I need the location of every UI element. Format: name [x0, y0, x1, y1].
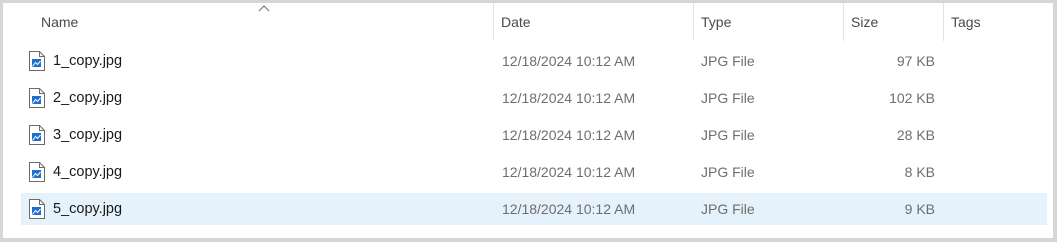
image-file-icon — [29, 51, 45, 71]
column-header-tags[interactable]: Tags — [943, 3, 1053, 41]
column-header-type[interactable]: Type — [693, 3, 843, 41]
file-type: JPG File — [701, 127, 755, 143]
file-row-selected[interactable]: 5_copy.jpg 12/18/2024 10:12 AM JPG File … — [21, 193, 1047, 225]
file-date: 12/18/2024 10:12 AM — [502, 164, 636, 180]
chevron-up-icon — [258, 5, 270, 12]
image-file-icon — [29, 199, 45, 219]
file-list-view: Name Date Type Size Tags 1_copy.jpg 12/1… — [0, 0, 1057, 242]
file-date: 12/18/2024 10:12 AM — [502, 53, 636, 69]
file-name: 5_copy.jpg — [53, 201, 123, 217]
column-header-date-label: Date — [501, 14, 531, 30]
file-type: JPG File — [701, 164, 755, 180]
file-type: JPG File — [701, 90, 755, 106]
file-name: 1_copy.jpg — [53, 53, 123, 69]
column-header-bar: Name Date Type Size Tags — [3, 3, 1053, 41]
column-header-size-label: Size — [851, 14, 879, 30]
image-file-icon — [29, 162, 45, 182]
file-type: JPG File — [701, 53, 755, 69]
column-header-size[interactable]: Size — [843, 3, 943, 41]
file-date: 12/18/2024 10:12 AM — [502, 90, 636, 106]
column-header-tags-label: Tags — [951, 14, 981, 30]
column-header-type-label: Type — [701, 14, 732, 30]
file-size: 9 KB — [904, 201, 935, 217]
file-name: 3_copy.jpg — [53, 127, 123, 143]
image-file-icon — [29, 88, 45, 108]
file-size: 28 KB — [896, 127, 935, 143]
file-name: 2_copy.jpg — [53, 90, 123, 106]
file-size: 97 KB — [896, 53, 935, 69]
file-size: 8 KB — [904, 164, 935, 180]
file-size: 102 KB — [889, 90, 935, 106]
column-header-name-label: Name — [41, 14, 79, 30]
file-row[interactable]: 1_copy.jpg 12/18/2024 10:12 AM JPG File … — [21, 45, 1047, 77]
file-row[interactable]: 4_copy.jpg 12/18/2024 10:12 AM JPG File … — [21, 156, 1047, 188]
file-date: 12/18/2024 10:12 AM — [502, 127, 636, 143]
column-header-date[interactable]: Date — [493, 3, 693, 41]
file-row[interactable]: 3_copy.jpg 12/18/2024 10:12 AM JPG File … — [21, 119, 1047, 151]
file-type: JPG File — [701, 201, 755, 217]
file-date: 12/18/2024 10:12 AM — [502, 201, 636, 217]
image-file-icon — [29, 125, 45, 145]
file-row[interactable]: 2_copy.jpg 12/18/2024 10:12 AM JPG File … — [21, 82, 1047, 114]
file-name: 4_copy.jpg — [53, 164, 123, 180]
